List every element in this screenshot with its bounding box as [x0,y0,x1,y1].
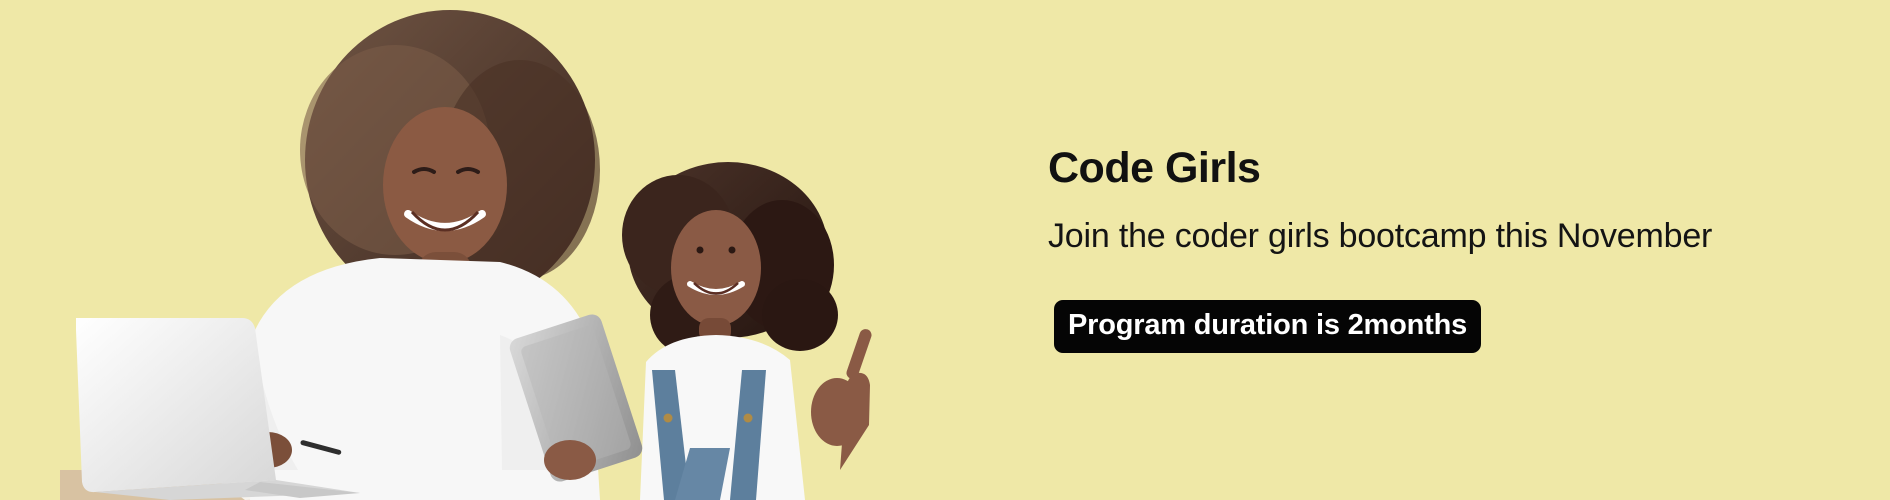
page-title: Code Girls [1048,144,1261,192]
subtitle: Join the coder girls bootcamp this Novem… [1048,217,1713,256]
program-duration-badge: Program duration is 2months [1054,299,1482,354]
promo-banner: Code Girls Join the coder girls bootcamp… [0,0,1890,500]
woman-and-girl-with-laptop-and-tablet-image [60,10,872,500]
hero-text: Code Girls Join the coder girls bootcamp… [1048,144,1848,354]
